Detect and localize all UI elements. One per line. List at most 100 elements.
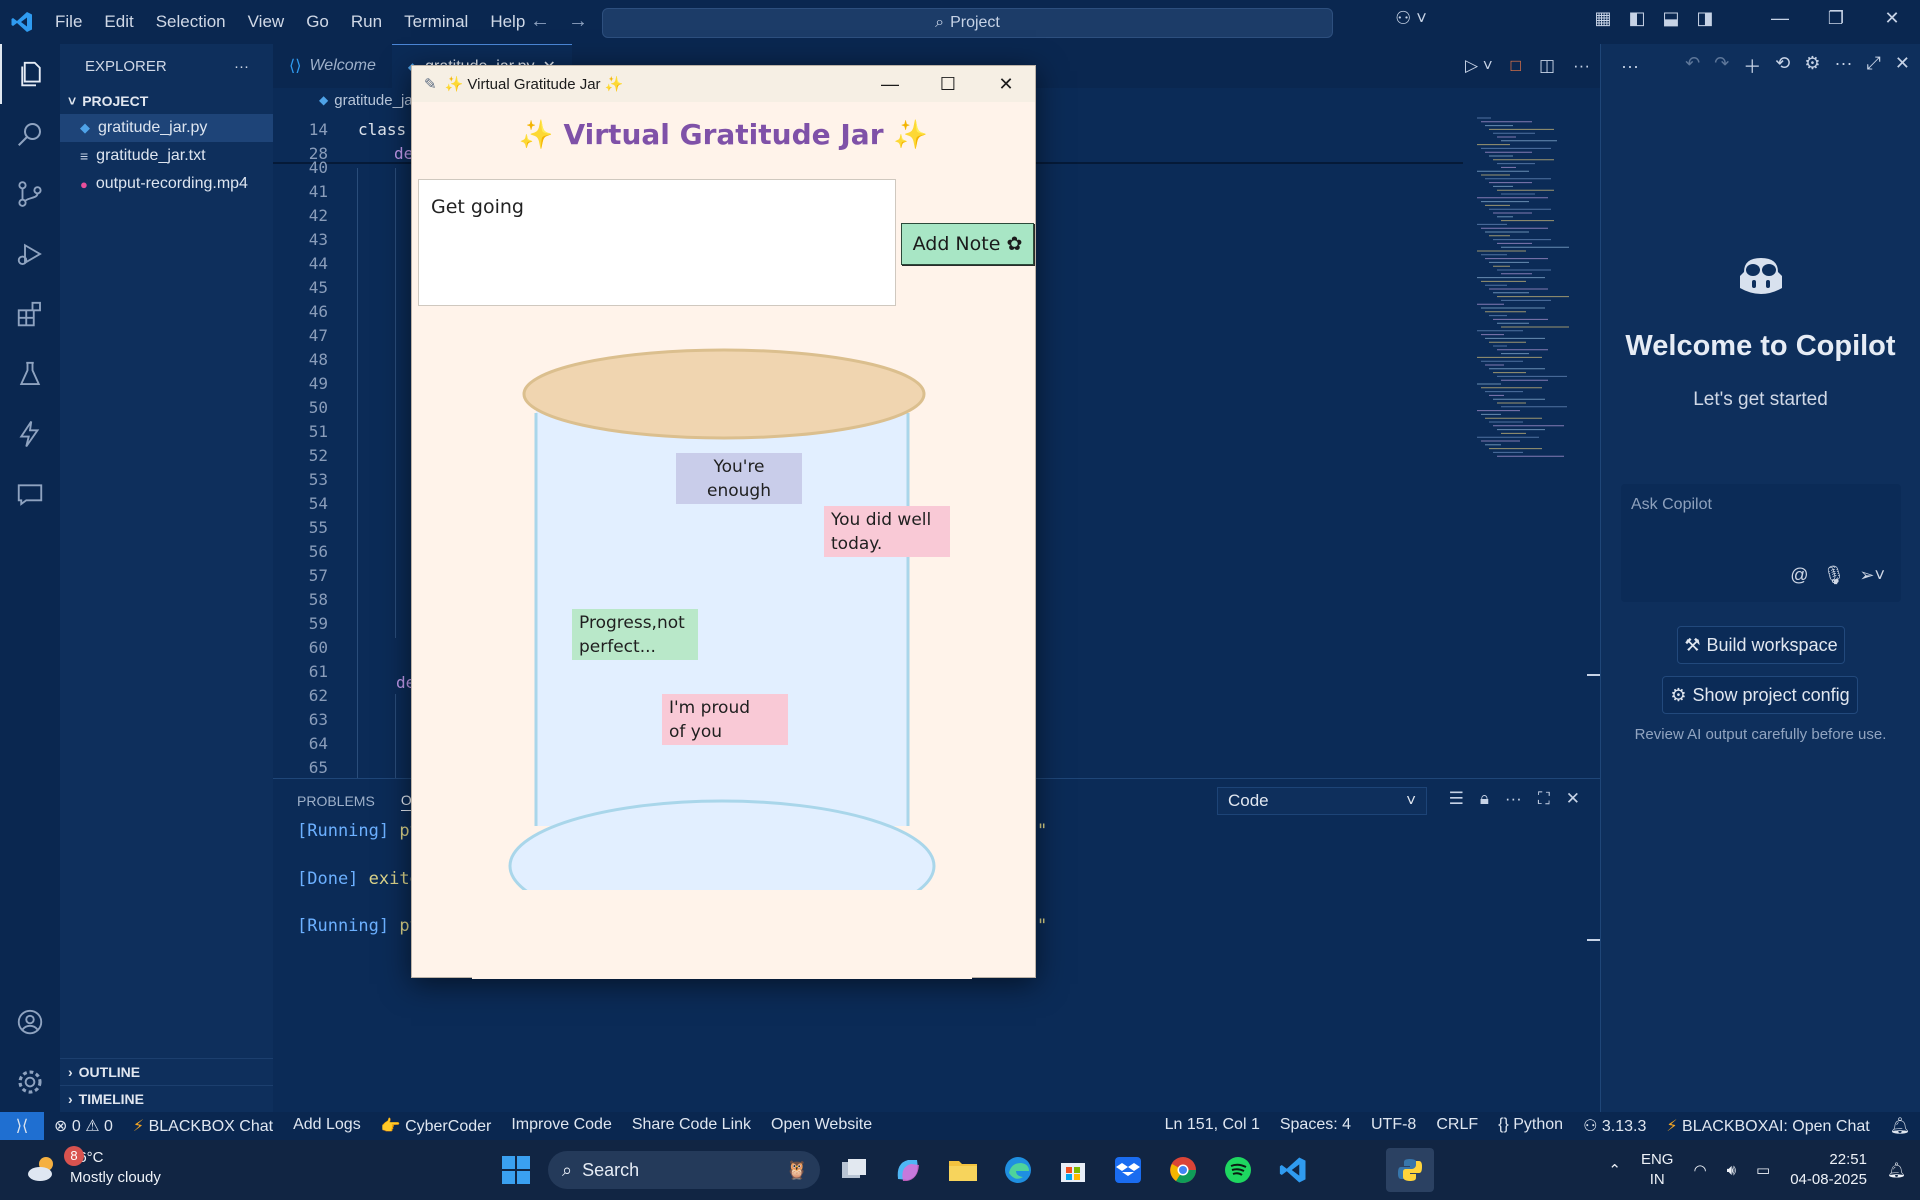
minimap[interactable] bbox=[1473, 114, 1573, 474]
run-debug-icon[interactable] bbox=[0, 224, 60, 284]
maximize-icon[interactable]: ⤢ bbox=[1867, 53, 1881, 79]
more-actions-icon[interactable]: ··· bbox=[1835, 53, 1853, 79]
gratitude-note[interactable]: You're enough bbox=[676, 453, 802, 504]
toggle-sidebar-icon[interactable]: ◧ bbox=[1620, 8, 1654, 29]
more-actions-icon[interactable]: ··· bbox=[1505, 789, 1522, 809]
line-ending[interactable]: CRLF bbox=[1436, 1116, 1478, 1136]
menu-terminal[interactable]: Terminal bbox=[393, 12, 479, 32]
clear-output-icon[interactable]: ☰ bbox=[1449, 789, 1464, 809]
copilot-icon[interactable]: ⚇ ˅ bbox=[1386, 8, 1436, 29]
improve-code-status[interactable]: Improve Code bbox=[511, 1116, 612, 1136]
search-icon[interactable] bbox=[0, 104, 60, 164]
blackbox-chat-status[interactable]: ⚡ BLACKBOX Chat bbox=[133, 1116, 273, 1136]
redo-icon[interactable]: ↷ bbox=[1714, 53, 1729, 79]
file-gratitude-jar-txt[interactable]: ≡ gratitude_jar.txt bbox=[60, 142, 273, 170]
add-logs-status[interactable]: Add Logs bbox=[293, 1116, 361, 1136]
maximize-panel-icon[interactable]: ⛶ bbox=[1538, 789, 1550, 809]
back-arrow-icon[interactable]: ← bbox=[530, 10, 568, 32]
customize-layout-icon[interactable]: ▦ bbox=[1586, 8, 1620, 29]
encoding[interactable]: UTF-8 bbox=[1371, 1116, 1416, 1136]
send-icon[interactable]: ➢˅ bbox=[1859, 565, 1885, 586]
microsoft-store-icon[interactable] bbox=[1055, 1152, 1091, 1188]
task-view-icon[interactable] bbox=[836, 1152, 872, 1188]
close-icon[interactable]: ✕ bbox=[1864, 8, 1920, 29]
dropbox-icon[interactable] bbox=[1110, 1152, 1146, 1188]
start-windows-icon[interactable] bbox=[498, 1152, 534, 1188]
wifi-icon[interactable]: ◠ bbox=[1693, 1161, 1706, 1179]
python-version[interactable]: ⚇ 3.13.3 bbox=[1583, 1116, 1646, 1136]
tab-welcome[interactable]: ⟨⟩ Welcome bbox=[273, 44, 392, 88]
file-output-recording-mp4[interactable]: ● output-recording.mp4 bbox=[60, 170, 273, 198]
menu-view[interactable]: View bbox=[237, 12, 296, 32]
history-icon[interactable]: ⟲ bbox=[1775, 53, 1790, 79]
account-icon[interactable] bbox=[0, 992, 60, 1052]
input-language[interactable]: ENG IN bbox=[1641, 1150, 1674, 1190]
source-control-icon[interactable] bbox=[0, 164, 60, 224]
menu-go[interactable]: Go bbox=[295, 12, 340, 32]
split-editor-icon[interactable]: ◫ bbox=[1539, 56, 1555, 76]
battery-icon[interactable]: ▭ bbox=[1756, 1161, 1770, 1179]
menu-selection[interactable]: Selection bbox=[145, 12, 237, 32]
vscode-taskbar-icon[interactable] bbox=[1275, 1152, 1311, 1188]
menu-run[interactable]: Run bbox=[340, 12, 393, 32]
lock-icon[interactable]: 🔒︎ bbox=[1480, 789, 1489, 809]
notifications-bell-icon[interactable]: 🔔︎ bbox=[1890, 1116, 1910, 1136]
edge-browser-icon[interactable] bbox=[1000, 1152, 1036, 1188]
stop-icon[interactable]: □ bbox=[1511, 56, 1521, 76]
volume-icon[interactable]: 🔊︎ bbox=[1727, 1162, 1736, 1179]
testing-icon[interactable] bbox=[0, 344, 60, 404]
cybercoder-status[interactable]: 👉 CyberCoder bbox=[381, 1116, 492, 1136]
open-website-status[interactable]: Open Website bbox=[771, 1116, 872, 1136]
gear-icon[interactable]: ⚙ bbox=[1804, 53, 1820, 79]
microphone-icon[interactable]: 🎙︎ bbox=[1823, 565, 1846, 586]
gratitude-note[interactable]: You did well today. bbox=[824, 506, 950, 557]
weather-widget[interactable]: 26°C Mostly cloudy 8 bbox=[26, 1146, 161, 1188]
cursor-position[interactable]: Ln 151, Col 1 bbox=[1165, 1116, 1260, 1136]
copilot-chat-input[interactable]: Ask Copilot @ 🎙︎ ➢˅ bbox=[1621, 484, 1901, 602]
toggle-secondary-sidebar-icon[interactable]: ◨ bbox=[1688, 8, 1722, 29]
menu-file[interactable]: File bbox=[44, 12, 93, 32]
run-icon[interactable]: ▷ ˅ bbox=[1465, 56, 1493, 76]
new-chat-icon[interactable]: ＋ bbox=[1743, 53, 1761, 79]
restore-icon[interactable]: ❐ bbox=[1808, 8, 1864, 29]
taskbar-search[interactable]: ⌕ Search 🦉 bbox=[548, 1151, 820, 1189]
close-icon[interactable]: ✕ bbox=[1895, 53, 1910, 79]
project-folder[interactable]: ˅ PROJECT bbox=[60, 88, 273, 114]
more-actions-icon[interactable]: ··· bbox=[234, 58, 249, 75]
more-actions-icon[interactable]: ··· bbox=[1621, 56, 1639, 77]
settings-gear-icon[interactable] bbox=[0, 1052, 60, 1112]
menu-edit[interactable]: Edit bbox=[93, 12, 144, 32]
command-center[interactable]: ⌕ Project bbox=[602, 8, 1333, 38]
extensions-icon[interactable] bbox=[0, 284, 60, 344]
notification-center-icon[interactable]: 🔔︎ bbox=[1887, 1161, 1906, 1179]
remote-indicator-icon[interactable]: ⟩⟨ bbox=[0, 1112, 44, 1140]
share-code-link-status[interactable]: Share Code Link bbox=[632, 1116, 751, 1136]
forward-arrow-icon[interactable]: → bbox=[568, 10, 606, 32]
gratitude-note[interactable]: Progress,not perfect... bbox=[572, 609, 698, 660]
tab-problems[interactable]: PROBLEMS bbox=[297, 793, 375, 809]
close-panel-icon[interactable]: ✕ bbox=[1566, 789, 1580, 809]
language-mode[interactable]: {} Python bbox=[1498, 1116, 1563, 1136]
copilot-app-icon[interactable] bbox=[890, 1152, 926, 1188]
mention-icon[interactable]: @ bbox=[1790, 565, 1808, 586]
blackbox-open-chat[interactable]: ⚡ BLACKBOXAI: Open Chat bbox=[1666, 1116, 1869, 1136]
explorer-icon[interactable] bbox=[0, 44, 60, 104]
show-hidden-icons-icon[interactable]: ⌃ bbox=[1608, 1161, 1621, 1179]
chrome-icon[interactable] bbox=[1165, 1152, 1201, 1188]
file-gratitude-jar-py[interactable]: ◆ gratitude_jar.py bbox=[60, 114, 273, 142]
file-explorer-icon[interactable] bbox=[945, 1152, 981, 1188]
minimize-icon[interactable]: — bbox=[1752, 8, 1808, 29]
timeline-section[interactable]: › TIMELINE bbox=[60, 1085, 273, 1112]
indentation[interactable]: Spaces: 4 bbox=[1280, 1116, 1351, 1136]
clock[interactable]: 22:51 04-08-2025 bbox=[1790, 1150, 1867, 1190]
problems-status[interactable]: ⊗ 0 ⚠ 0 bbox=[54, 1116, 113, 1136]
gratitude-note[interactable]: I'm proud of you bbox=[662, 694, 788, 745]
show-project-config-button[interactable]: ⚙ Show project config bbox=[1662, 676, 1858, 714]
toggle-panel-icon[interactable]: ⬓ bbox=[1654, 8, 1688, 29]
more-actions-icon[interactable]: ··· bbox=[1573, 56, 1590, 76]
build-workspace-button[interactable]: ⚒ Build workspace bbox=[1677, 626, 1845, 664]
chat-icon[interactable] bbox=[0, 464, 60, 524]
menu-help[interactable]: Help bbox=[479, 12, 536, 32]
python-app-icon[interactable] bbox=[1386, 1148, 1434, 1192]
output-channel-select[interactable]: Code ˅ bbox=[1217, 787, 1427, 815]
